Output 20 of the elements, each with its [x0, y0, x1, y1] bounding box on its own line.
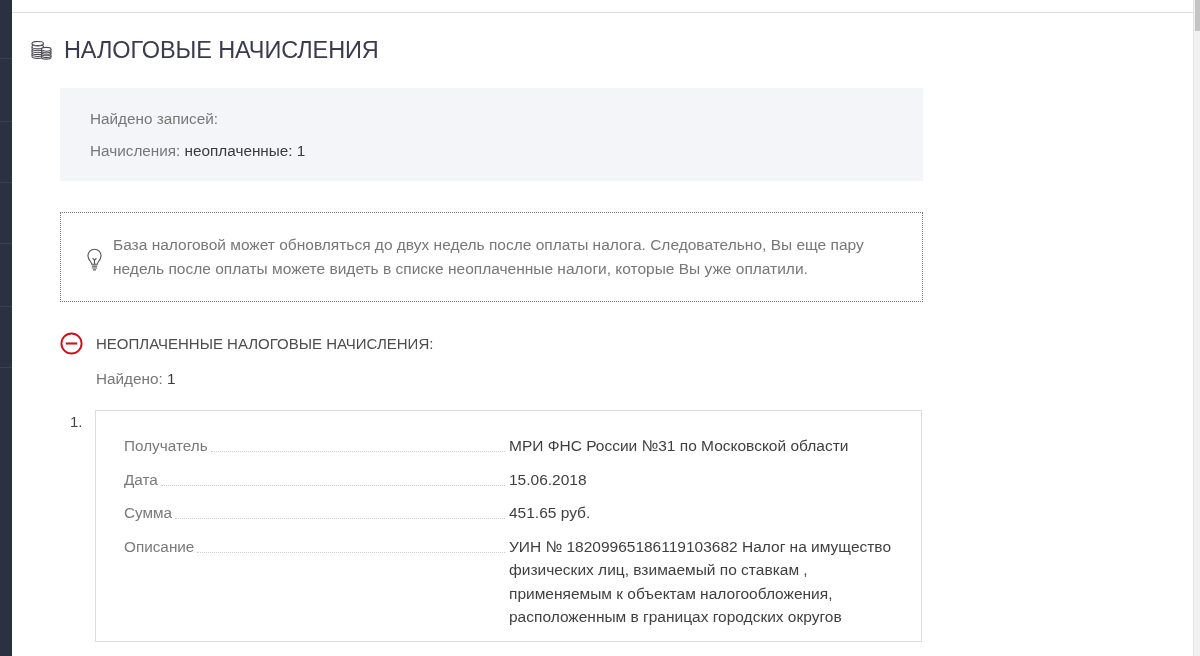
charges-summary-text: Начисления: неоплаченные: 1	[90, 141, 306, 161]
item-number: 1.	[70, 413, 83, 430]
field-label: Получатель	[124, 436, 209, 456]
coins-icon	[30, 40, 53, 60]
section-title: НЕОПЛАЧЕННЫЕ НАЛОГОВЫЕ НАЧИСЛЕНИЯ:	[96, 334, 434, 352]
minus-circle-icon[interactable]	[60, 331, 83, 355]
records-found-text: Найдено записей:	[90, 109, 219, 129]
field-label: Сумма	[124, 503, 174, 523]
notice-text: База налоговой может обновляться до двух недель после оплаты налога. Следовательно, Вы еще пару недель после оплаты можете видеть в списке неоплаченные налоги, которые Вы уже оплатили.	[113, 235, 865, 279]
field-value: УИН № 18209965186119103682 Налог на имущество физических лиц, взимаемый по ставкам , применяемым к объектам налогообложения, расположенным в границах городских округов	[509, 536, 893, 627]
scrollbar-thumb[interactable]	[1195, 0, 1200, 31]
found-count-text: Найдено: 1	[96, 369, 176, 389]
page-title: НАЛОГОВЫЕ НАЧИСЛЕНИЯ	[64, 36, 379, 64]
field-label: Дата	[124, 469, 159, 490]
field-value: 15.06.2018	[509, 469, 588, 490]
field-label: Описание	[124, 536, 196, 557]
scrollbar[interactable]	[1193, 0, 1200, 656]
field-value: МРИ ФНС России №31 по Московской области	[509, 436, 850, 456]
lightbulb-icon	[87, 248, 102, 272]
field-value: 451.65 руб.	[509, 503, 592, 523]
